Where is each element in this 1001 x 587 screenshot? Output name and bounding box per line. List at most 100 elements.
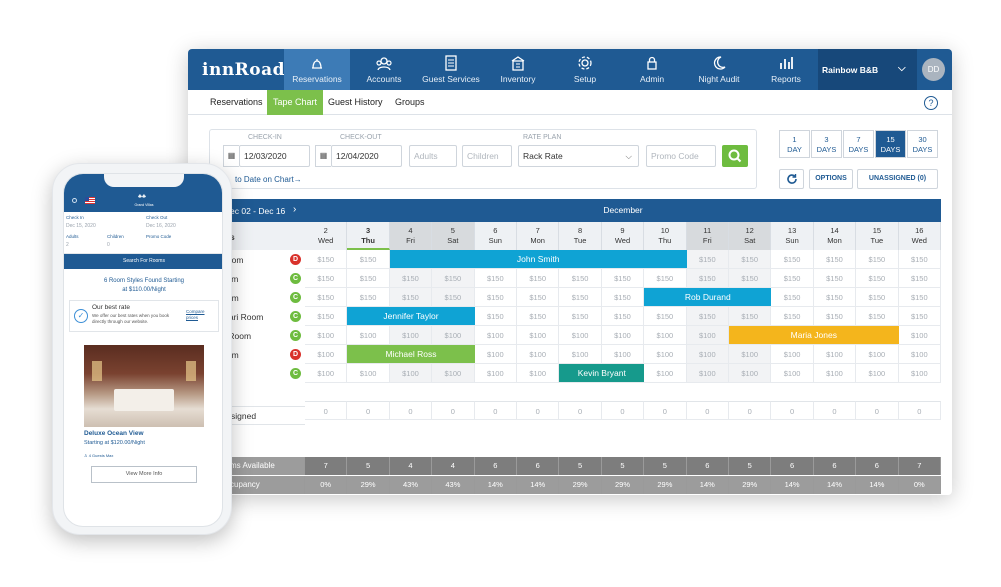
rate-cell[interactable]: $150 bbox=[813, 288, 857, 307]
rate-cell[interactable]: $150 bbox=[347, 250, 390, 269]
rate-cell[interactable]: $100 bbox=[898, 364, 941, 383]
rate-cell[interactable]: $100 bbox=[686, 345, 729, 364]
rate-cell[interactable]: $100 bbox=[644, 345, 687, 364]
reservation-bar[interactable]: Jennifer Taylor bbox=[347, 307, 475, 325]
tab-reservations[interactable]: Reservations bbox=[204, 90, 269, 115]
rate-cell[interactable]: $100 bbox=[389, 326, 433, 345]
rate-cell[interactable]: $100 bbox=[517, 364, 560, 383]
nav-admin[interactable]: Admin bbox=[619, 49, 685, 90]
property-selector[interactable]: Rainbow B&B ⌵ bbox=[818, 49, 917, 90]
refresh-button[interactable] bbox=[779, 169, 804, 189]
rate-cell[interactable]: $100 bbox=[813, 364, 857, 383]
rate-cell[interactable]: $150 bbox=[898, 269, 941, 288]
rate-cell[interactable]: $150 bbox=[601, 269, 645, 288]
date-header[interactable]: 14 Mon bbox=[813, 222, 857, 250]
rate-cell[interactable]: $100 bbox=[305, 326, 348, 345]
rate-cell[interactable]: $150 bbox=[601, 288, 645, 307]
rate-cell[interactable]: $150 bbox=[432, 288, 475, 307]
rate-cell[interactable]: $150 bbox=[601, 307, 645, 326]
rate-cell[interactable]: $150 bbox=[559, 307, 602, 326]
rate-cell[interactable]: $100 bbox=[729, 345, 772, 364]
rate-cell[interactable]: $100 bbox=[856, 345, 899, 364]
rate-cell[interactable]: $100 bbox=[771, 345, 814, 364]
reservation-bar[interactable]: Rob Durand bbox=[644, 288, 772, 306]
rate-cell[interactable]: $150 bbox=[474, 269, 517, 288]
rate-cell[interactable]: $150 bbox=[729, 250, 772, 269]
date-header[interactable]: 4 Fri bbox=[389, 222, 433, 250]
date-header[interactable]: 2 Wed bbox=[305, 222, 348, 250]
days-7-button[interactable]: 7 DAYS bbox=[843, 130, 874, 158]
rate-cell[interactable]: $150 bbox=[474, 307, 517, 326]
mobile-checkin-field[interactable]: Dec 15, 2020 bbox=[66, 223, 96, 229]
nav-guest-services[interactable]: Guest Services bbox=[418, 49, 484, 90]
rate-cell[interactable]: $100 bbox=[729, 364, 772, 383]
rate-cell[interactable]: $100 bbox=[644, 364, 687, 383]
rate-cell[interactable]: $150 bbox=[305, 250, 348, 269]
rate-cell[interactable]: $100 bbox=[898, 345, 941, 364]
rate-cell[interactable]: $150 bbox=[347, 269, 390, 288]
reservation-bar[interactable]: John Smith bbox=[389, 250, 687, 268]
days-30-button[interactable]: 30 DAYS bbox=[907, 130, 938, 158]
days-15-button[interactable]: 15 DAYS bbox=[875, 130, 906, 158]
rate-cell[interactable]: $150 bbox=[813, 307, 857, 326]
rate-cell[interactable]: $150 bbox=[432, 269, 475, 288]
rate-cell[interactable]: $100 bbox=[474, 326, 517, 345]
rate-cell[interactable]: $150 bbox=[644, 269, 687, 288]
rate-cell[interactable]: $100 bbox=[771, 364, 814, 383]
tab-guest-history[interactable]: Guest History bbox=[322, 90, 389, 115]
rate-cell[interactable]: $100 bbox=[432, 364, 475, 383]
rate-cell[interactable]: $150 bbox=[898, 250, 941, 269]
rate-cell[interactable]: $100 bbox=[347, 326, 390, 345]
date-header[interactable]: 15 Tue bbox=[856, 222, 899, 250]
mobile-adults-field[interactable]: 2 bbox=[66, 242, 69, 248]
view-more-info-button[interactable]: View More Info bbox=[91, 466, 197, 483]
rate-cell[interactable]: $150 bbox=[813, 250, 857, 269]
nav-reservations[interactable]: Reservations bbox=[284, 49, 350, 90]
date-header[interactable]: 6 Sun bbox=[474, 222, 517, 250]
date-header[interactable]: 16 Wed bbox=[898, 222, 941, 250]
days-3-button[interactable]: 3 DAYS bbox=[811, 130, 842, 158]
rate-cell[interactable]: $150 bbox=[898, 307, 941, 326]
rate-cell[interactable]: $150 bbox=[771, 269, 814, 288]
rate-cell[interactable]: $150 bbox=[856, 250, 899, 269]
rate-cell[interactable]: $100 bbox=[305, 364, 348, 383]
rate-cell[interactable]: $100 bbox=[813, 345, 857, 364]
reservation-bar[interactable]: Kevin Bryant bbox=[559, 364, 645, 382]
mobile-checkout-field[interactable]: Dec 16, 2020 bbox=[146, 223, 176, 229]
rate-cell[interactable]: $100 bbox=[432, 326, 475, 345]
rate-plan-select[interactable]: Rack Rate ⌵ bbox=[518, 145, 639, 167]
rate-cell[interactable]: $150 bbox=[305, 288, 348, 307]
rate-cell[interactable]: $150 bbox=[559, 269, 602, 288]
rate-cell[interactable]: $150 bbox=[686, 250, 729, 269]
rate-cell[interactable]: $150 bbox=[771, 307, 814, 326]
rate-cell[interactable]: $100 bbox=[305, 345, 348, 364]
date-header[interactable]: 5 Sat bbox=[432, 222, 475, 250]
rate-cell[interactable]: $150 bbox=[389, 288, 433, 307]
rate-cell[interactable]: $100 bbox=[474, 345, 517, 364]
rate-cell[interactable]: $150 bbox=[305, 269, 348, 288]
rate-cell[interactable]: $100 bbox=[686, 326, 729, 345]
chevron-right-icon[interactable]: › bbox=[293, 204, 296, 215]
rate-cell[interactable]: $100 bbox=[517, 326, 560, 345]
nav-night-audit[interactable]: Night Audit bbox=[686, 49, 752, 90]
date-header[interactable]: 7 Mon bbox=[517, 222, 560, 250]
rate-cell[interactable]: $100 bbox=[644, 326, 687, 345]
rate-cell[interactable]: $100 bbox=[559, 345, 602, 364]
nav-accounts[interactable]: Accounts bbox=[351, 49, 417, 90]
rate-cell[interactable]: $100 bbox=[474, 364, 517, 383]
unassigned-button[interactable]: UNASSIGNED (0) bbox=[857, 169, 938, 189]
rate-cell[interactable]: $150 bbox=[517, 288, 560, 307]
rate-cell[interactable]: $150 bbox=[686, 307, 729, 326]
rate-cell[interactable]: $150 bbox=[305, 307, 348, 326]
rate-cell[interactable]: $150 bbox=[474, 288, 517, 307]
date-header[interactable]: 12 Sat bbox=[729, 222, 772, 250]
nav-inventory[interactable]: Inventory bbox=[485, 49, 551, 90]
date-header[interactable]: 3 Thu bbox=[347, 222, 390, 250]
rate-cell[interactable]: $150 bbox=[813, 269, 857, 288]
days-1-button[interactable]: 1 DAY bbox=[779, 130, 810, 158]
date-header[interactable]: 10 Thu bbox=[644, 222, 687, 250]
promo-code-field[interactable]: Promo Code bbox=[646, 145, 716, 167]
checkout-field[interactable]: 12/04/2020 bbox=[331, 145, 402, 167]
rate-cell[interactable]: $100 bbox=[601, 345, 645, 364]
rate-cell[interactable]: $100 bbox=[856, 364, 899, 383]
